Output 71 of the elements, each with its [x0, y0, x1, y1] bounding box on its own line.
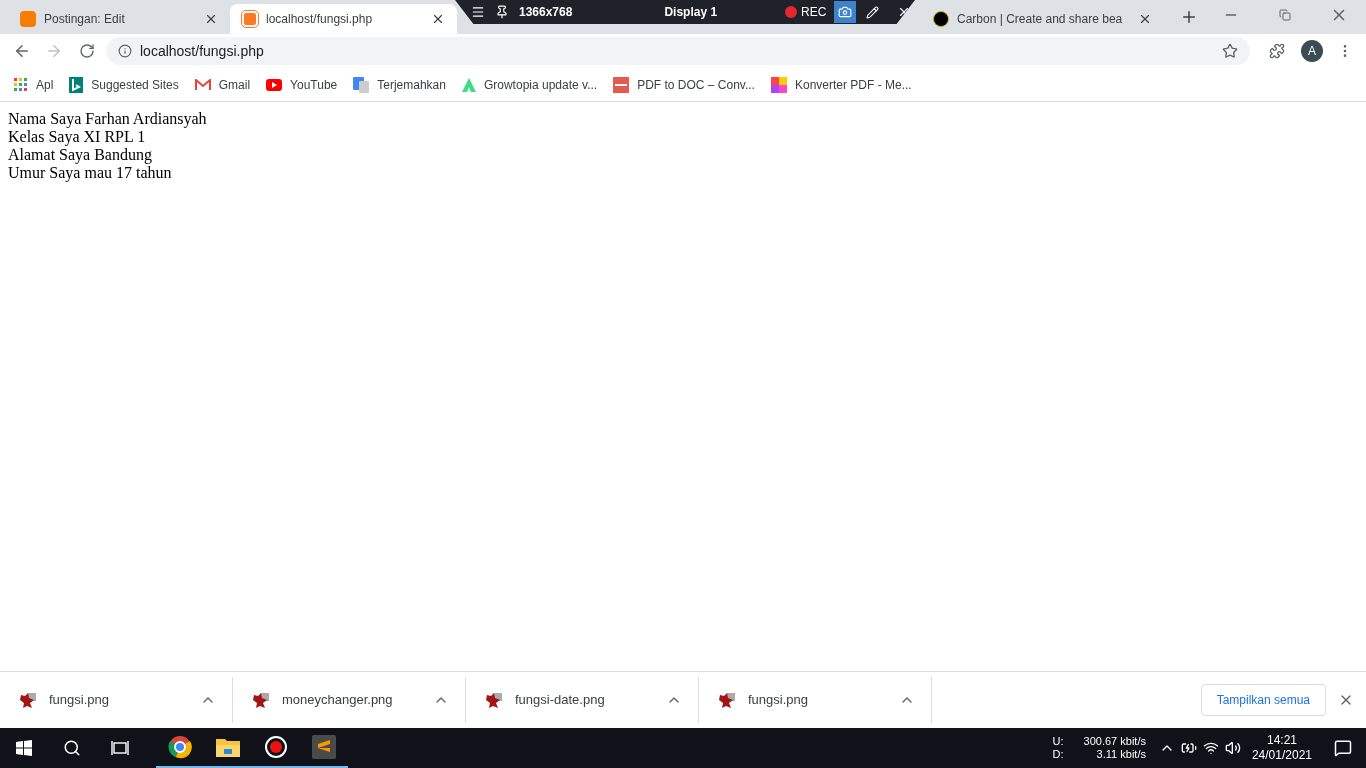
bookmark-item[interactable]: Suggested Sites [69, 75, 179, 94]
bookmark-star-icon[interactable] [1222, 43, 1238, 59]
battery-icon[interactable] [1180, 740, 1197, 756]
camera-button[interactable] [834, 1, 857, 23]
file-name: fungsi-date.png [515, 691, 606, 710]
tab-title: Carbon | Create and share bea [957, 11, 1123, 28]
restore-icon[interactable] [1279, 9, 1291, 21]
bookmark-item[interactable]: Terjemahkan [353, 75, 446, 94]
extensions-icon[interactable] [1269, 43, 1285, 59]
clock[interactable]: 14:21 24/01/2021 [1251, 733, 1312, 763]
mail-icon [194, 78, 211, 91]
browser-tab[interactable]: Postingan: Edit [8, 4, 230, 34]
resolution-label: 1366x768 [519, 4, 573, 21]
browser-icon [168, 735, 192, 759]
page-text-line: Kelas Saya XI RPL 1 [8, 128, 147, 146]
bookmark-item[interactable]: Apl [14, 75, 54, 94]
play-icon [266, 78, 283, 91]
bookmark-item[interactable]: Konverter PDF - Me... [770, 75, 912, 94]
tab-title: localhost/fungsi.php [266, 11, 373, 28]
bookmark-item[interactable]: Gmail [194, 75, 251, 94]
volume-icon[interactable] [1224, 740, 1241, 756]
network-label: D: [1052, 748, 1064, 761]
bookmark-item[interactable]: Growtopia update v... [461, 75, 598, 94]
file-icon [252, 691, 270, 709]
record-icon [264, 735, 288, 759]
page-text-line: Umur Saya mau 17 tahun [8, 164, 173, 182]
wifi-icon[interactable] [1202, 740, 1219, 756]
rec-label[interactable]: REC [801, 3, 827, 21]
file-icon [19, 691, 37, 709]
back-icon[interactable] [13, 42, 31, 60]
menu-icon[interactable] [471, 5, 485, 19]
network-speed: 300.67 kbit/s [1083, 735, 1146, 748]
info-icon[interactable] [118, 44, 132, 58]
download-item[interactable]: fungsi.png [699, 677, 932, 723]
download-item[interactable]: fungsi-date.png [466, 677, 699, 723]
network-label: U: [1052, 735, 1064, 748]
tab-title: Postingan: Edit [44, 11, 125, 28]
browser-tab[interactable]: localhost/fungsi.php [230, 4, 457, 34]
color-grid-icon [770, 76, 787, 93]
windows-logo-icon[interactable] [16, 740, 32, 756]
close-icon[interactable] [431, 12, 445, 26]
network-speed: 3.11 kbit/s [1096, 748, 1146, 761]
reload-icon[interactable] [79, 43, 95, 59]
page-text-line: Alamat Saya Bandung [8, 146, 153, 164]
file-icon [485, 691, 503, 709]
address-bar[interactable]: localhost/fungsi.php [106, 37, 1250, 65]
folder-icon [216, 737, 240, 757]
url-text: localhost/fungsi.php [140, 41, 265, 61]
camera-icon [838, 5, 853, 19]
file-icon [718, 691, 736, 709]
display-label: Display 1 [664, 4, 718, 21]
download-item[interactable]: fungsi.png [0, 677, 233, 723]
file-name: fungsi.png [748, 691, 809, 710]
download-item[interactable]: moneychanger.png [233, 677, 466, 723]
apps-grid-icon [14, 77, 28, 92]
show-all-button[interactable]: Tampilkan semua [1200, 684, 1326, 716]
search-icon[interactable] [63, 739, 81, 757]
bookmark-item[interactable]: PDF to DOC – Conv... [613, 75, 755, 94]
triangle-logo-icon [461, 77, 476, 92]
file-name: moneychanger.png [282, 691, 394, 710]
file-name: fungsi.png [49, 691, 110, 710]
pin-icon[interactable] [495, 5, 509, 19]
pencil-icon[interactable] [866, 5, 880, 19]
browser-tab[interactable]: Carbon | Create and share bea [921, 4, 1165, 34]
task-view-icon[interactable] [111, 740, 129, 756]
close-icon[interactable] [204, 12, 218, 26]
editor-icon [312, 735, 336, 759]
profile-avatar[interactable]: A [1301, 40, 1323, 62]
notifications-icon[interactable] [1334, 739, 1352, 757]
page-text-line: Nama Saya Farhan Ardiansyah [8, 110, 208, 128]
bookmark-item[interactable]: YouTube [266, 75, 338, 94]
